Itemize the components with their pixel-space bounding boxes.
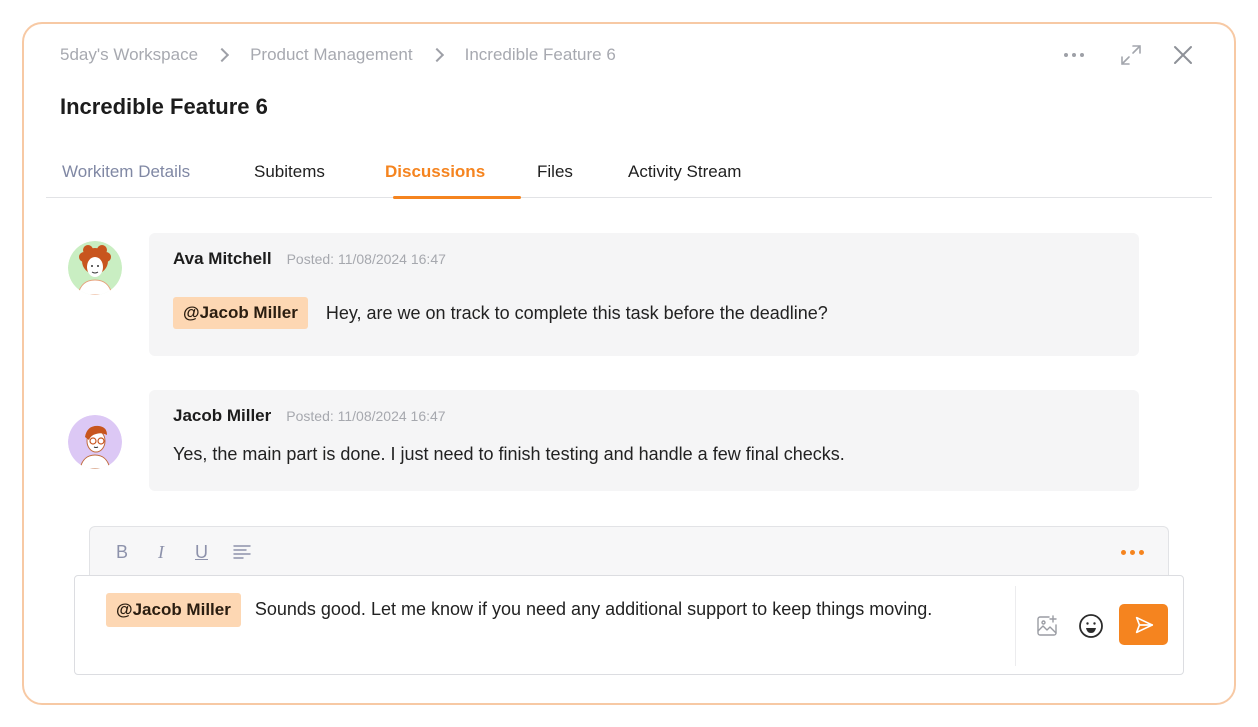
- italic-button[interactable]: I: [158, 542, 164, 563]
- send-button[interactable]: [1119, 604, 1168, 645]
- send-icon: [1135, 616, 1153, 633]
- breadcrumb-workspace[interactable]: 5day's Workspace: [60, 45, 198, 65]
- active-tab-indicator: [393, 196, 521, 199]
- message-author[interactable]: Ava Mitchell: [173, 249, 272, 269]
- tab-bar: Workitem Details Subitems Discussions Fi…: [46, 158, 1212, 199]
- workitem-panel: 5day's Workspace Product Management Incr…: [22, 22, 1236, 705]
- message-body: Yes, the main part is done. I just need …: [173, 444, 845, 465]
- message-text: Hey, are we on track to complete this ta…: [325, 302, 828, 323]
- composer-input[interactable]: @Jacob Miller Sounds good. Let me know if…: [106, 590, 946, 628]
- tab-subitems[interactable]: Subitems: [254, 162, 325, 198]
- emoji-icon[interactable]: [1078, 613, 1104, 644]
- avatar-ava-mitchell: [68, 241, 122, 295]
- breadcrumb: 5day's Workspace Product Management Incr…: [60, 44, 616, 66]
- message-header: Jacob Miller Posted: 11/08/2024 16:47: [173, 406, 446, 426]
- breadcrumb-project[interactable]: Product Management: [250, 45, 413, 65]
- breadcrumb-current: Incredible Feature 6: [464, 45, 616, 64]
- message-timestamp: Posted: 11/08/2024 16:47: [286, 408, 446, 424]
- align-left-icon[interactable]: [233, 544, 251, 565]
- comment-composer[interactable]: @Jacob Miller Sounds good. Let me know if…: [74, 575, 1184, 675]
- window-actions: [1064, 42, 1196, 68]
- message-body: @Jacob Miller Hey, are we on track to co…: [173, 297, 828, 329]
- composer-text: Sounds good. Let me know if you need any…: [254, 599, 933, 619]
- formatting-toolbar: B I U: [89, 526, 1169, 578]
- tab-activity-stream[interactable]: Activity Stream: [628, 162, 741, 198]
- message-timestamp: Posted: 11/08/2024 16:47: [286, 251, 446, 267]
- message-author[interactable]: Jacob Miller: [173, 406, 271, 426]
- tab-workitem-details[interactable]: Workitem Details: [62, 162, 190, 198]
- chevron-right-icon: [431, 49, 443, 61]
- avatar-jacob-miller: [68, 415, 122, 469]
- close-icon[interactable]: [1170, 42, 1196, 68]
- page-title: Incredible Feature 6: [60, 94, 268, 119]
- mention-tag[interactable]: @Jacob Miller: [106, 593, 241, 627]
- tab-files[interactable]: Files: [537, 162, 573, 198]
- bold-button[interactable]: B: [116, 542, 128, 563]
- underline-button[interactable]: U: [195, 542, 208, 563]
- divider: [1015, 586, 1016, 666]
- message-header: Ava Mitchell Posted: 11/08/2024 16:47: [173, 249, 446, 269]
- more-options-icon[interactable]: [1121, 550, 1144, 555]
- message-text: Yes, the main part is done. I just need …: [173, 444, 845, 464]
- expand-icon[interactable]: [1118, 42, 1144, 68]
- chevron-right-icon: [216, 49, 228, 61]
- tab-discussions[interactable]: Discussions: [385, 162, 485, 198]
- image-add-icon[interactable]: [1035, 614, 1059, 643]
- message-bubble: Jacob Miller Posted: 11/08/2024 16:47 Ye…: [149, 390, 1139, 491]
- mention-tag[interactable]: @Jacob Miller: [173, 297, 308, 329]
- more-dots-icon[interactable]: [1064, 53, 1084, 57]
- message-bubble: Ava Mitchell Posted: 11/08/2024 16:47 @J…: [149, 233, 1139, 356]
